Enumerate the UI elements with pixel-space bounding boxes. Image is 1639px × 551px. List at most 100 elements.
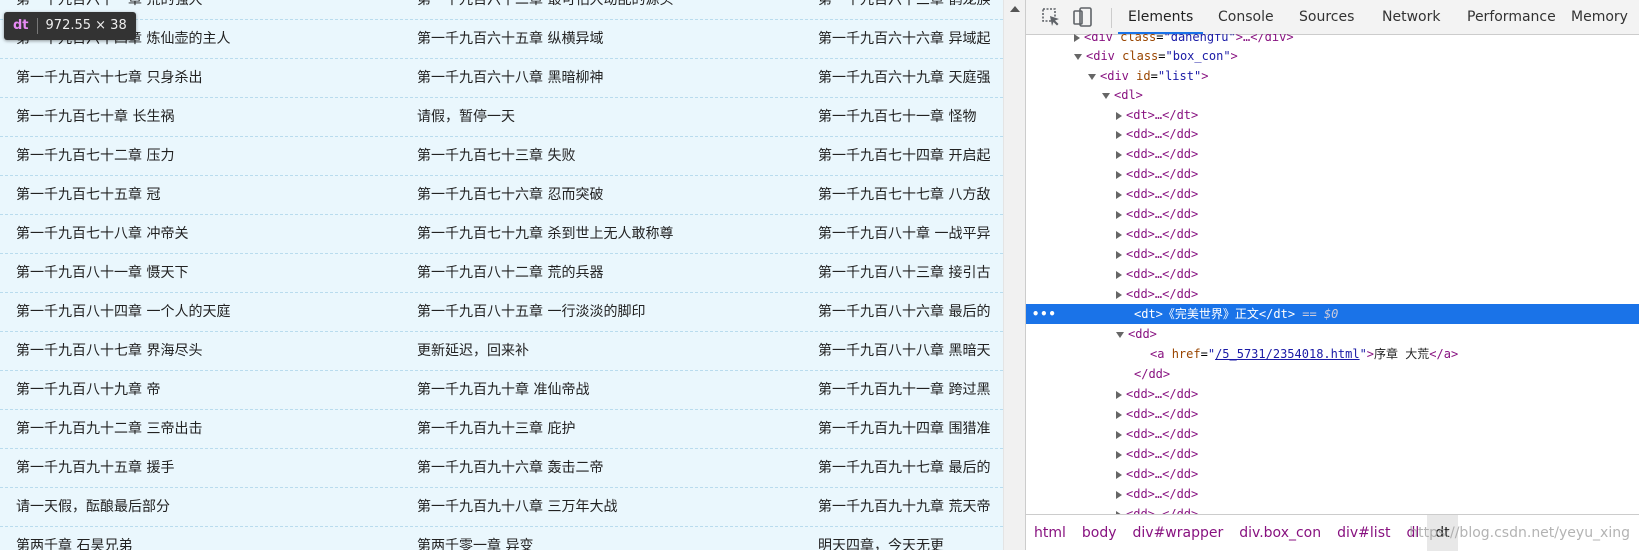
chapter-link[interactable]: 第一千九百七十章 长生祸 bbox=[16, 98, 396, 136]
tab-performance[interactable]: Performance bbox=[1465, 0, 1558, 34]
chapter-link[interactable]: 第一千九百九十四章 围猎准 bbox=[818, 410, 1003, 448]
tree-node[interactable]: <dd>…</dd> bbox=[1026, 444, 1639, 464]
chapter-link[interactable]: 第一千九百六十五章 纵横异域 bbox=[417, 20, 797, 58]
tree-node[interactable]: <dd>…</dd> bbox=[1026, 184, 1639, 204]
chapter-link[interactable]: 第一千九百八十八章 黑暗天 bbox=[818, 332, 1003, 370]
chapter-link[interactable]: 第一千九百七十二章 压力 bbox=[16, 137, 396, 175]
chapter-link[interactable]: 第一千九百八十三章 接引古 bbox=[818, 254, 1003, 292]
chapter-link[interactable]: 第一千九百八十一章 慑天下 bbox=[16, 254, 396, 292]
expand-arrow-icon[interactable] bbox=[1116, 430, 1122, 439]
chapter-link[interactable]: 第一千九百七十四章 开启起 bbox=[818, 137, 1003, 175]
chapter-link[interactable]: 第一千九百八十四章 一个人的天庭 bbox=[16, 293, 396, 331]
chapter-link[interactable]: 第一千九百八十九章 帝 bbox=[16, 371, 396, 409]
expand-arrow-icon[interactable] bbox=[1116, 290, 1122, 299]
chapter-link[interactable]: 第一千九百九十章 准仙帝战 bbox=[417, 371, 797, 409]
chapter-link[interactable]: 第一千九百六十七章 只身杀出 bbox=[16, 59, 396, 97]
tree-node[interactable]: <dd>…</dd> bbox=[1026, 424, 1639, 444]
tree-node[interactable]: <dd>…</dd> bbox=[1026, 264, 1639, 284]
tree-node[interactable]: <dd>…</dd> bbox=[1026, 404, 1639, 424]
device-toolbar-icon[interactable] bbox=[1072, 6, 1094, 28]
tab-network[interactable]: Network bbox=[1380, 0, 1442, 34]
chapter-link[interactable]: 更新延迟，回来补 bbox=[417, 332, 797, 370]
chapter-link[interactable]: 第一千九百九十八章 三万年大战 bbox=[417, 488, 797, 526]
tab-elements[interactable]: Elements bbox=[1117, 0, 1204, 34]
chapter-link[interactable]: 第一千九百七十八章 冲帝关 bbox=[16, 215, 396, 253]
breadcrumb-item[interactable]: div.box_con bbox=[1231, 515, 1329, 551]
tree-node[interactable]: </dd> bbox=[1026, 364, 1639, 384]
chapter-link[interactable]: 第两千零一章 异变 bbox=[417, 527, 797, 550]
chapter-link[interactable]: 请假，暂停一天 bbox=[417, 98, 797, 136]
chapter-link[interactable]: 第一千九百六十九章 天庭强 bbox=[818, 59, 1003, 97]
chapter-link[interactable]: 第一千九百六十二章 最可怕大动乱的源头 bbox=[417, 0, 797, 19]
chapter-link[interactable]: 第一千九百七十一章 怪物 bbox=[818, 98, 1003, 136]
expand-arrow-icon[interactable] bbox=[1116, 130, 1122, 139]
tree-node[interactable]: <dd>…</dd> bbox=[1026, 204, 1639, 224]
chapter-link[interactable]: 第一千九百九十七章 最后的 bbox=[818, 449, 1003, 487]
expand-arrow-icon[interactable] bbox=[1116, 470, 1122, 479]
collapse-arrow-icon[interactable] bbox=[1116, 331, 1124, 338]
tab-memory[interactable]: Memory bbox=[1569, 0, 1630, 34]
expand-arrow-icon[interactable] bbox=[1116, 390, 1122, 399]
expand-arrow-icon[interactable] bbox=[1116, 270, 1122, 279]
tab-sources[interactable]: Sources bbox=[1297, 0, 1356, 34]
chapter-link[interactable]: 明天四章，今天无更 bbox=[818, 527, 1003, 550]
expand-arrow-icon[interactable] bbox=[1116, 150, 1122, 159]
tree-node[interactable]: <dd>…</dd> bbox=[1026, 144, 1639, 164]
tree-node[interactable]: <dd>…</dd> bbox=[1026, 484, 1639, 504]
chapter-link[interactable]: 请一天假，酝酿最后部分 bbox=[16, 488, 396, 526]
breadcrumb-item[interactable]: div#wrapper bbox=[1125, 515, 1232, 551]
chapter-link[interactable]: 第一千九百九十三章 庇护 bbox=[417, 410, 797, 448]
tree-node[interactable]: <dd>…</dd> bbox=[1026, 284, 1639, 304]
tree-node[interactable]: <a href="/5_5731/2354018.html">序章 大荒</a> bbox=[1026, 344, 1639, 364]
chapter-link[interactable]: 第一千九百九十二章 三帝出击 bbox=[16, 410, 396, 448]
expand-arrow-icon[interactable] bbox=[1116, 450, 1122, 459]
tree-node[interactable]: <dd>…</dd> bbox=[1026, 384, 1639, 404]
expand-arrow-icon[interactable] bbox=[1116, 490, 1122, 499]
chapter-link[interactable]: 第一千九百九十九章 荒天帝 bbox=[818, 488, 1003, 526]
tree-node[interactable]: <div class="box_con"> bbox=[1026, 46, 1639, 66]
chapter-link[interactable]: 第一千九百七十五章 冠 bbox=[16, 176, 396, 214]
chapter-link[interactable]: 第一千九百九十一章 跨过黑 bbox=[818, 371, 1003, 409]
chapter-link[interactable]: 第一千九百九十六章 轰击二帝 bbox=[417, 449, 797, 487]
chapter-link[interactable]: 第一千九百七十九章 杀到世上无人敢称尊 bbox=[417, 215, 797, 253]
chapter-link[interactable]: 第一千九百六十三章 鹊龙族 bbox=[818, 0, 1003, 19]
tree-node[interactable]: <dd>…</dd> bbox=[1026, 504, 1639, 514]
collapse-arrow-icon[interactable] bbox=[1088, 73, 1096, 80]
expand-arrow-icon[interactable] bbox=[1074, 34, 1080, 42]
tree-node[interactable]: <dd>…</dd> bbox=[1026, 124, 1639, 144]
chapter-link[interactable]: 第一千九百七十三章 失败 bbox=[417, 137, 797, 175]
tree-node[interactable]: <dd>…</dd> bbox=[1026, 224, 1639, 244]
expand-arrow-icon[interactable] bbox=[1116, 170, 1122, 179]
chapter-link[interactable]: 第一千九百八十五章 一行淡淡的脚印 bbox=[417, 293, 797, 331]
chapter-link[interactable]: 第一千九百八十六章 最后的 bbox=[818, 293, 1003, 331]
tree-node[interactable]: <dd> bbox=[1026, 324, 1639, 344]
chapter-link[interactable]: 第一千九百七十六章 忍而突破 bbox=[417, 176, 797, 214]
inspect-element-icon[interactable] bbox=[1040, 6, 1062, 28]
tree-node[interactable]: <dl> bbox=[1026, 85, 1639, 105]
tree-node[interactable]: <dd>…</dd> bbox=[1026, 464, 1639, 484]
page-scrollbar[interactable] bbox=[1003, 0, 1026, 550]
expand-arrow-icon[interactable] bbox=[1116, 111, 1122, 120]
tree-node[interactable]: <dd>…</dd> bbox=[1026, 244, 1639, 264]
tree-node[interactable]: <div id="list"> bbox=[1026, 66, 1639, 86]
expand-arrow-icon[interactable] bbox=[1116, 190, 1122, 199]
more-options-icon[interactable]: ••• bbox=[1032, 304, 1057, 324]
chapter-link[interactable]: 第一千九百六十六章 异域起 bbox=[818, 20, 1003, 58]
chapter-link[interactable]: 第一千九百八十章 一战平异 bbox=[818, 215, 1003, 253]
chapter-link[interactable]: 第两千章 石昊兄弟 bbox=[16, 527, 396, 550]
tab-console[interactable]: Console bbox=[1216, 0, 1276, 34]
collapse-arrow-icon[interactable] bbox=[1074, 53, 1082, 60]
expand-arrow-icon[interactable] bbox=[1116, 210, 1122, 219]
chapter-link[interactable]: 第一千九百九十五章 援手 bbox=[16, 449, 396, 487]
expand-arrow-icon[interactable] bbox=[1116, 250, 1122, 259]
chapter-link[interactable]: 第一千九百七十七章 八方敌 bbox=[818, 176, 1003, 214]
scroll-up-arrow-icon[interactable] bbox=[1010, 6, 1020, 12]
breadcrumb-item[interactable]: div#list bbox=[1329, 515, 1398, 551]
tree-node[interactable]: <dd>…</dd> bbox=[1026, 164, 1639, 184]
selected-tree-node[interactable]: ••• <dt>《完美世界》正文</dt> == $0 bbox=[1026, 304, 1639, 324]
chapter-link[interactable]: 第一千九百八十二章 荒的兵器 bbox=[417, 254, 797, 292]
breadcrumb-item[interactable]: html bbox=[1026, 515, 1074, 551]
chapter-link[interactable]: 第一千九百八十七章 界海尽头 bbox=[16, 332, 396, 370]
collapse-arrow-icon[interactable] bbox=[1102, 92, 1110, 99]
breadcrumb-item[interactable]: body bbox=[1074, 515, 1125, 551]
